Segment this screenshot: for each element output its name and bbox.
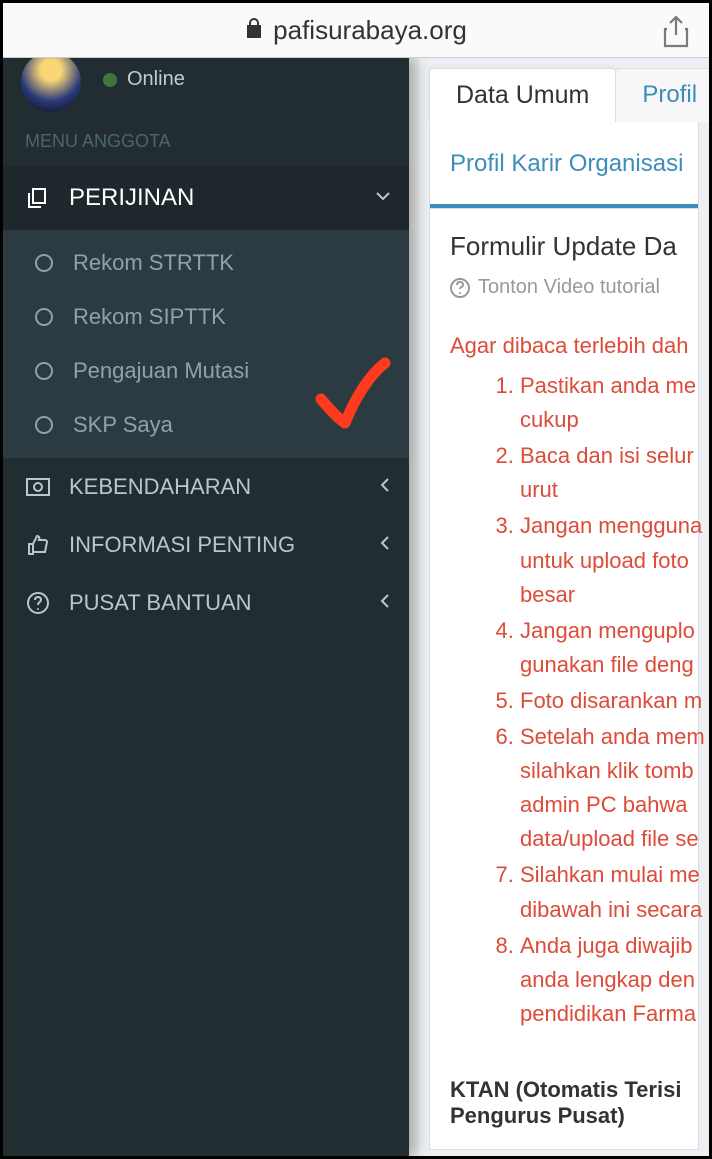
chevron-left-icon	[379, 535, 391, 556]
menu-item-label: KEBENDAHARAN	[69, 474, 251, 500]
ktan-label: KTAN (Otomatis Terisi	[450, 1033, 698, 1103]
menu-item-label: PUSAT BANTUAN	[69, 590, 252, 616]
tab-profil-karir[interactable]: Profil Karir Organisasi	[430, 150, 683, 198]
chevron-left-icon	[379, 477, 391, 498]
warning-intro: Agar dibaca terlebih dah	[450, 329, 698, 363]
warning-item: Setelah anda memsilahkan klik tombadmin …	[520, 720, 698, 856]
menu-perijinan-label: PERIJINAN	[69, 184, 194, 212]
share-icon[interactable]	[661, 15, 691, 54]
warning-item: Baca dan isi selururut	[520, 439, 698, 507]
url-text: pafisurabaya.org	[273, 15, 467, 46]
tab-underline	[430, 204, 698, 208]
question-circle-icon	[450, 278, 470, 298]
menu-perijinan[interactable]: PERIJINAN	[3, 166, 409, 230]
warning-block: Agar dibaca terlebih dah Pastikan anda m…	[450, 299, 698, 1031]
sidebar: Online MENU ANGGOTA PERIJINAN Rekom STRT…	[3, 58, 409, 1156]
subitem-label: Pengajuan Mutasi	[73, 358, 249, 384]
warning-item: Silahkan mulai medibawah ini secara	[520, 858, 698, 926]
annotation-checkmark	[311, 353, 395, 437]
warning-item: Jangan menggunauntuk upload fotobesar	[520, 509, 698, 611]
lock-icon	[245, 15, 263, 46]
question-icon	[25, 592, 51, 614]
circle-icon	[35, 254, 53, 272]
form-title: Formulir Update Da	[450, 231, 698, 262]
tutorial-text: Tonton Video tutorial	[478, 276, 660, 299]
browser-url-bar: pafisurabaya.org	[3, 3, 709, 58]
circle-icon	[35, 416, 53, 434]
main-content: Data Umum Profil Profil Karir Organisasi…	[419, 58, 709, 1156]
chevron-left-icon	[379, 593, 391, 614]
ktan-label-2: Pengurus Pusat)	[450, 1103, 698, 1129]
chevron-down-icon	[375, 188, 391, 209]
subitem-label: SKP Saya	[73, 412, 173, 438]
subitem-label: Rekom SIPTTK	[73, 304, 226, 330]
menu-informasi-penting[interactable]: INFORMASI PENTING	[3, 516, 409, 574]
subitem-rekom-strttk[interactable]: Rekom STRTTK	[3, 236, 409, 290]
menu-kebendaharan[interactable]: KEBENDAHARAN	[3, 458, 409, 516]
circle-icon	[35, 308, 53, 326]
warning-item: Pastikan anda mecukup	[520, 369, 698, 437]
warning-item: Anda juga diwajibanda lengkap denpendidi…	[520, 929, 698, 1031]
online-status-dot	[103, 73, 117, 87]
tab-data-umum[interactable]: Data Umum	[429, 68, 616, 122]
menu-section-header: MENU ANGGOTA	[3, 111, 409, 166]
thumbs-up-icon	[25, 534, 51, 556]
subitem-label: Rekom STRTTK	[73, 250, 234, 276]
circle-icon	[35, 362, 53, 380]
copy-icon	[25, 186, 51, 210]
subitem-rekom-sipttk[interactable]: Rekom SIPTTK	[3, 290, 409, 344]
online-status-text: Online	[127, 68, 185, 91]
tutorial-link[interactable]: Tonton Video tutorial	[450, 276, 698, 299]
tab-profil[interactable]: Profil	[615, 68, 709, 122]
warning-item: Jangan menguplogunakan file deng	[520, 614, 698, 682]
menu-pusat-bantuan[interactable]: PUSAT BANTUAN	[3, 574, 409, 632]
warning-item: Foto disarankan m	[520, 684, 698, 718]
menu-item-label: INFORMASI PENTING	[69, 532, 295, 558]
money-icon	[25, 478, 51, 496]
